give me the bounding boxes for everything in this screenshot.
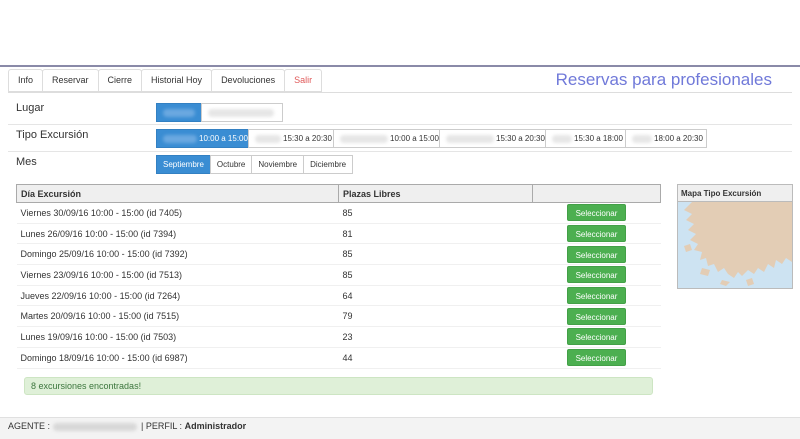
top-divider (0, 65, 800, 67)
table-header: Día Excursión Plazas Libres (16, 184, 661, 203)
lugar-label: Lugar (16, 102, 45, 114)
excursion-places: 85 (338, 202, 533, 224)
tab-historial-hoy[interactable]: Historial Hoy (141, 69, 213, 92)
excursion-places: 85 (338, 264, 533, 286)
select-button[interactable]: Seleccionar (566, 328, 627, 346)
select-button[interactable]: Seleccionar (566, 204, 627, 222)
tipo-option-1[interactable]: 10:00 a 15:00 (156, 129, 249, 148)
map-title: Mapa Tipo Excursión (678, 185, 792, 202)
tab-cierre[interactable]: Cierre (97, 69, 143, 92)
row-divider (8, 124, 792, 125)
action-cell: Seleccionar (532, 305, 661, 328)
excursion-places: 85 (338, 243, 533, 266)
excursion-day: Viernes 30/09/16 10:00 - 15:00 (id 7405) (16, 202, 339, 224)
action-cell: Seleccionar (532, 326, 661, 348)
table-row: Martes 20/09/16 10:00 - 15:00 (id 7515) 7… (16, 305, 661, 328)
excursion-day: Domingo 18/09/16 10:00 - 15:00 (id 6987) (16, 347, 339, 369)
action-cell: Seleccionar (532, 243, 661, 266)
excursion-places: 81 (338, 223, 533, 245)
excursion-day: Domingo 25/09/16 10:00 - 15:00 (id 7392) (16, 243, 339, 266)
month-september[interactable]: Septiembre (156, 155, 211, 174)
excursion-day: Lunes 26/09/16 10:00 - 15:00 (id 7394) (16, 223, 339, 245)
excursion-places: 64 (338, 285, 533, 307)
map-panel: Mapa Tipo Excursión (677, 184, 793, 289)
action-cell: Seleccionar (532, 285, 661, 307)
excursion-places: 23 (338, 326, 533, 348)
tab-info[interactable]: Info (8, 69, 44, 92)
col-dia-excursion: Día Excursión (16, 184, 339, 203)
tab-devoluciones[interactable]: Devoluciones (211, 69, 286, 92)
table-row: Domingo 18/09/16 10:00 - 15:00 (id 6987)… (16, 347, 661, 369)
select-button[interactable]: Seleccionar (566, 266, 627, 284)
select-button[interactable]: Seleccionar (566, 307, 627, 325)
agent-name-redacted (52, 422, 137, 431)
tab-reservar[interactable]: Reservar (42, 69, 99, 92)
action-cell: Seleccionar (532, 347, 661, 369)
table-row: Viernes 23/09/16 10:00 - 15:00 (id 7513)… (16, 264, 661, 286)
status-footer: AGENTE : | PERFIL : Administrador (0, 417, 800, 439)
excursion-day: Viernes 23/09/16 10:00 - 15:00 (id 7513) (16, 264, 339, 286)
tabs-divider (8, 92, 792, 93)
tab-salir[interactable]: Salir (284, 69, 323, 92)
select-button[interactable]: Seleccionar (566, 225, 627, 243)
month-november[interactable]: Noviembre (251, 155, 305, 174)
map-image[interactable] (678, 202, 792, 288)
row-divider (8, 151, 792, 152)
excursion-places: 44 (338, 347, 533, 369)
nav-tabs: Info Reservar Cierre Historial Hoy Devol… (8, 69, 323, 92)
excursion-day: Martes 20/09/16 10:00 - 15:00 (id 7515) (16, 305, 339, 328)
tipo-option-3[interactable]: 10:00 a 15:00 (333, 129, 440, 148)
col-plazas-libres: Plazas Libres (338, 184, 533, 203)
table-row: Lunes 26/09/16 10:00 - 15:00 (id 7394) 81… (16, 223, 661, 245)
lugar-option-1[interactable] (156, 103, 202, 122)
select-button[interactable]: Seleccionar (566, 287, 627, 305)
tipo-excursion-options: 10:00 a 15:00 15:30 a 20:30 10:00 a 15:0… (156, 129, 707, 148)
tipo-option-4[interactable]: 15:30 a 20:30 (439, 129, 546, 148)
select-button[interactable]: Seleccionar (566, 245, 627, 263)
month-december[interactable]: Diciembre (303, 155, 354, 174)
lugar-option-2[interactable] (201, 103, 283, 122)
excursion-day: Jueves 22/09/16 10:00 - 15:00 (id 7264) (16, 285, 339, 307)
excursion-places: 79 (338, 305, 533, 328)
tipo-option-5[interactable]: 15:30 a 18:00 (545, 129, 626, 148)
profile-value: Administrador (184, 421, 247, 431)
tipo-excursion-label: Tipo Excursión (16, 129, 89, 141)
table-row: Viernes 30/09/16 10:00 - 15:00 (id 7405)… (16, 202, 661, 224)
mes-label: Mes (16, 156, 37, 168)
tipo-option-6[interactable]: 18:00 a 20:30 (625, 129, 707, 148)
excursions-table: Día Excursión Plazas Libres Viernes 30/0… (16, 184, 661, 369)
col-action (532, 184, 661, 203)
tipo-option-2[interactable]: 15:30 a 20:30 (248, 129, 334, 148)
action-cell: Seleccionar (532, 223, 661, 245)
select-button[interactable]: Seleccionar (566, 349, 627, 367)
mes-options: Septiembre Octubre Noviembre Diciembre (156, 155, 354, 174)
lugar-options (156, 103, 283, 122)
table-row: Domingo 25/09/16 10:00 - 15:00 (id 7392)… (16, 243, 661, 266)
agent-label: AGENTE : (8, 421, 51, 431)
table-row: Lunes 19/09/16 10:00 - 15:00 (id 7503) 23… (16, 326, 661, 348)
table-row: Jueves 22/09/16 10:00 - 15:00 (id 7264) 6… (16, 285, 661, 307)
month-october[interactable]: Octubre (209, 155, 253, 174)
action-cell: Seleccionar (532, 202, 661, 224)
action-cell: Seleccionar (532, 264, 661, 286)
excursion-day: Lunes 19/09/16 10:00 - 15:00 (id 7503) (16, 326, 339, 348)
page-title: Reservas para profesionales (555, 70, 772, 89)
profile-label: | PERFIL : (141, 421, 183, 431)
results-message: 8 excursiones encontradas! (24, 377, 653, 395)
